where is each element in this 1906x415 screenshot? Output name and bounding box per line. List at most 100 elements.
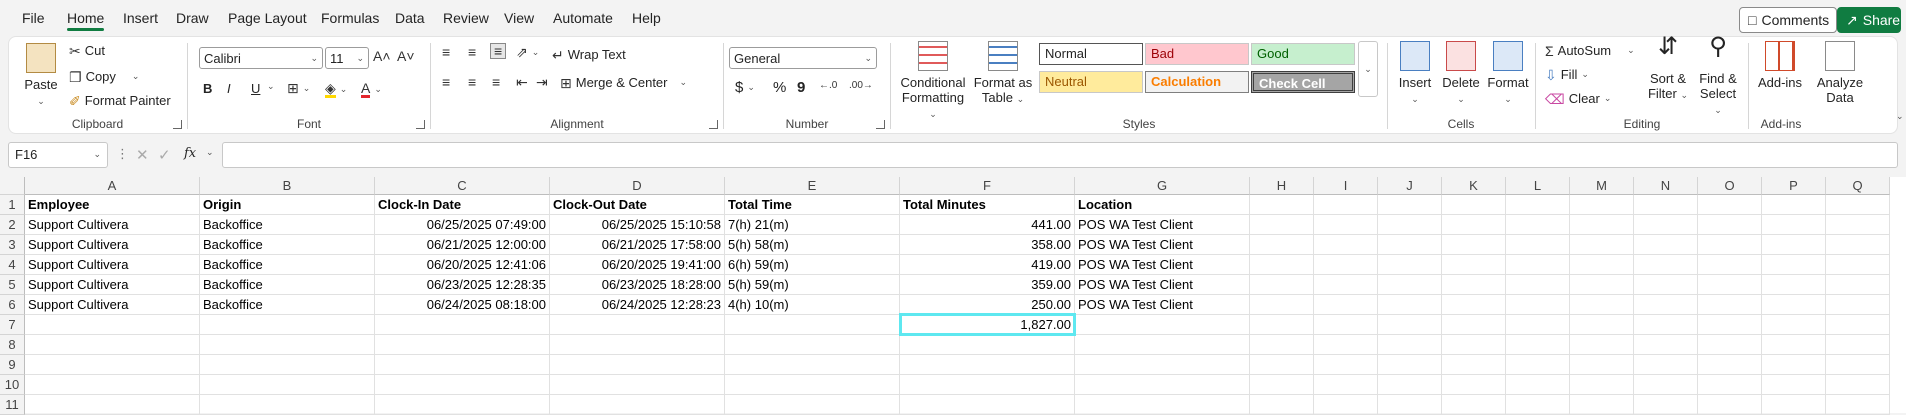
cell-m5[interactable] [1570,275,1634,295]
cell-k5[interactable] [1442,275,1506,295]
cell-l7[interactable] [1506,315,1570,335]
column-header-l[interactable]: L [1506,177,1570,195]
format-cells-button[interactable]: Format ⌄ [1485,41,1531,107]
cell-j7[interactable] [1378,315,1442,335]
cell-l8[interactable] [1506,335,1570,355]
number-launcher-icon[interactable] [876,120,885,129]
cell-e5[interactable]: 5(h) 59(m) [725,275,900,295]
cell-k7[interactable] [1442,315,1506,335]
row-header-11[interactable]: 11 [0,395,25,415]
tab-file[interactable]: File [22,10,45,26]
cell-o6[interactable] [1698,295,1762,315]
cell-a4[interactable]: Support Cultivera [25,255,200,275]
cell-p3[interactable] [1762,235,1826,255]
tab-formulas[interactable]: Formulas [321,10,379,26]
row-header-10[interactable]: 10 [0,375,25,395]
format-painter-button[interactable]: ✐ Format Painter [69,93,171,108]
tab-review[interactable]: Review [443,10,489,26]
cell-i10[interactable] [1314,375,1378,395]
copy-button[interactable]: ❐ Copy ⌄ [69,69,139,84]
cell-n4[interactable] [1634,255,1698,275]
cancel-icon[interactable]: ✕ [136,146,149,164]
cell-n5[interactable] [1634,275,1698,295]
cell-g9[interactable] [1075,355,1250,375]
cell-d6[interactable]: 06/24/2025 12:28:23 [550,295,725,315]
cell-j1[interactable] [1378,195,1442,215]
cell-a11[interactable] [25,395,200,415]
cell-e3[interactable]: 5(h) 58(m) [725,235,900,255]
cell-b8[interactable] [200,335,375,355]
cell-d1[interactable]: Clock-Out Date [550,195,725,215]
italic-button[interactable]: I [227,81,231,96]
column-header-p[interactable]: P [1762,177,1826,195]
autosum-button[interactable]: Σ AutoSum ⌄ [1545,43,1635,58]
cell-k2[interactable] [1442,215,1506,235]
cell-c7[interactable] [375,315,550,335]
cell-c11[interactable] [375,395,550,415]
cell-l5[interactable] [1506,275,1570,295]
top-align-button[interactable]: ≡ [442,45,450,59]
column-header-n[interactable]: N [1634,177,1698,195]
cell-b6[interactable]: Backoffice [200,295,375,315]
cell-n11[interactable] [1634,395,1698,415]
cell-a1[interactable]: Employee [25,195,200,215]
cell-j9[interactable] [1378,355,1442,375]
cell-h8[interactable] [1250,335,1314,355]
cell-g5[interactable]: POS WA Test Client [1075,275,1250,295]
cell-e9[interactable] [725,355,900,375]
insert-function-button[interactable]: fx [184,146,196,161]
paste-button[interactable]: Paste ⌄ [19,43,63,109]
font-size-combo[interactable]: 11 ⌄ [325,47,369,69]
cell-q11[interactable] [1826,395,1890,415]
cell-k1[interactable] [1442,195,1506,215]
cell-k11[interactable] [1442,395,1506,415]
cell-c6[interactable]: 06/24/2025 08:18:00 [375,295,550,315]
cell-e2[interactable]: 7(h) 21(m) [725,215,900,235]
cell-g6[interactable]: POS WA Test Client [1075,295,1250,315]
cut-button[interactable]: ✂ Cut [69,43,105,58]
cell-a2[interactable]: Support Cultivera [25,215,200,235]
cell-n2[interactable] [1634,215,1698,235]
align-center-button[interactable]: ≡ [468,75,476,89]
cell-p10[interactable] [1762,375,1826,395]
fill-color-button[interactable]: ◈ ⌄ [325,81,347,98]
column-header-f[interactable]: F [900,177,1075,195]
fx-dropdown[interactable]: ⌄ [206,147,214,158]
cell-f6[interactable]: 250.00 [900,295,1075,315]
insert-cells-button[interactable]: Insert ⌄ [1393,41,1437,107]
font-launcher-icon[interactable] [416,120,425,129]
cell-e7[interactable] [725,315,900,335]
styles-more-button[interactable]: ⌄ [1358,41,1378,97]
tab-page-layout[interactable]: Page Layout [228,10,307,26]
decrease-font-button[interactable]: A˅ [397,49,415,63]
cell-m11[interactable] [1570,395,1634,415]
column-header-o[interactable]: O [1698,177,1762,195]
cell-e4[interactable]: 6(h) 59(m) [725,255,900,275]
increase-decimal-button[interactable]: ←.0 [819,81,837,91]
tab-view[interactable]: View [504,10,534,26]
row-header-9[interactable]: 9 [0,355,25,375]
cell-m1[interactable] [1570,195,1634,215]
cell-p1[interactable] [1762,195,1826,215]
cell-i9[interactable] [1314,355,1378,375]
cell-q7[interactable] [1826,315,1890,335]
cell-p6[interactable] [1762,295,1826,315]
tab-insert[interactable]: Insert [123,10,158,26]
cell-f5[interactable]: 359.00 [900,275,1075,295]
cell-a9[interactable] [25,355,200,375]
cell-p5[interactable] [1762,275,1826,295]
cell-f4[interactable]: 419.00 [900,255,1075,275]
borders-button[interactable]: ⊞ ⌄ [287,81,310,95]
delete-cells-button[interactable]: Delete ⌄ [1439,41,1483,107]
cell-i8[interactable] [1314,335,1378,355]
cell-n6[interactable] [1634,295,1698,315]
cell-l11[interactable] [1506,395,1570,415]
cell-e6[interactable]: 4(h) 10(m) [725,295,900,315]
cell-k4[interactable] [1442,255,1506,275]
cell-h1[interactable] [1250,195,1314,215]
format-as-table-button[interactable]: Format as Table ⌄ [972,41,1034,107]
cell-a7[interactable] [25,315,200,335]
cell-l10[interactable] [1506,375,1570,395]
cell-a10[interactable] [25,375,200,395]
cell-a6[interactable]: Support Cultivera [25,295,200,315]
